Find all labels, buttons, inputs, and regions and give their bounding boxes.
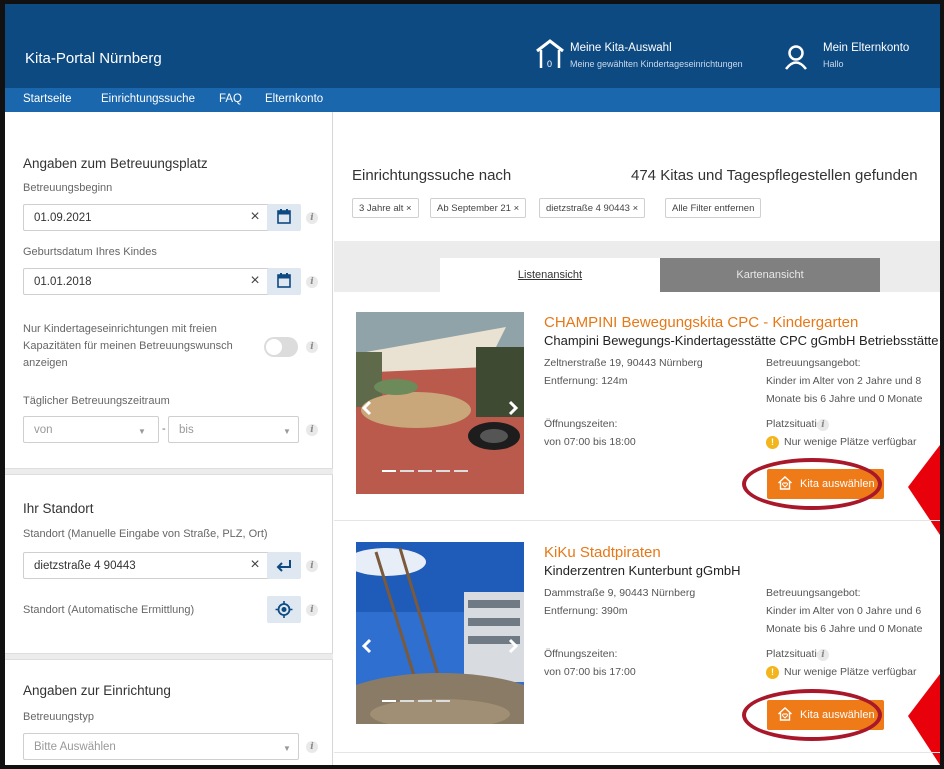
result-divider [334, 520, 940, 521]
main-nav: Startseite Einrichtungssuche FAQ Elternk… [5, 88, 940, 112]
result-hours: von 07:00 bis 18:00 [544, 436, 636, 448]
playground-photo [356, 312, 524, 494]
playground-photo [356, 542, 524, 724]
info-icon[interactable]: i [306, 341, 318, 353]
tab-map-view[interactable]: Kartenansicht [660, 258, 880, 292]
result-organization: Kinderzentren Kunterbunt gGmbH [544, 563, 741, 578]
warning-icon: ! [766, 436, 779, 449]
chevron-down-icon: ▼ [283, 744, 291, 753]
result-distance: Entfernung: 390m [544, 605, 628, 617]
selection-count: 0 [547, 59, 552, 69]
result-title[interactable]: CHAMPINI Bewegungskita CPC - Kindergarte… [544, 314, 858, 331]
enter-arrow-icon [276, 560, 291, 572]
result-title[interactable]: KiKu Stadtpiraten [544, 544, 661, 561]
account-greeting: Hallo [823, 59, 844, 69]
result-offer-line: Monate bis 6 Jahre und 0 Monate [766, 623, 923, 635]
filter-chip-age[interactable]: 3 Jahre alt × [352, 198, 419, 218]
section-divider [5, 468, 333, 475]
clear-start-icon[interactable]: × [242, 204, 268, 231]
chevron-down-icon: ▼ [138, 427, 146, 436]
care-type-select[interactable]: Bitte Auswählen [23, 733, 299, 760]
result-address: Dammstraße 9, 90443 Nürnberg [544, 587, 696, 599]
location-submit-button[interactable] [267, 552, 301, 579]
calendar-icon [277, 209, 291, 224]
browser-page: Kita-Portal Nürnberg 0 Meine Kita-Auswah… [5, 4, 940, 765]
result-offer-line: Kinder im Alter von 2 Jahre und 8 [766, 375, 922, 387]
care-heading: Angaben zum Betreuungsplatz [23, 156, 208, 171]
daily-range-label: Täglicher Betreuungszeitraum [23, 395, 170, 407]
clear-location-icon[interactable]: × [242, 552, 268, 579]
result-organization: Champini Bewegungs-Kindertagesstätte CPC… [544, 333, 940, 348]
red-arrow-annotation [908, 445, 940, 535]
info-icon[interactable]: i [306, 741, 318, 753]
account-title[interactable]: Mein Elternkonto [823, 42, 909, 54]
highlight-ring [742, 689, 882, 741]
house-icon[interactable]: 0 [535, 38, 565, 70]
info-icon[interactable]: i [817, 419, 829, 431]
time-to-select[interactable]: bis [168, 416, 299, 443]
calendar-icon [277, 273, 291, 288]
birthdate-input[interactable]: 01.01.2018 [23, 268, 273, 295]
my-selection-title[interactable]: Meine Kita-Auswahl [570, 42, 672, 54]
range-separator: - [162, 423, 166, 435]
results-panel: Einrichtungssuche nach 474 Kitas und Tag… [334, 112, 940, 765]
location-label: Standort (Manuelle Eingabe von Straße, P… [23, 528, 268, 540]
location-input[interactable]: dietzstraße 4 90443 [23, 552, 273, 579]
result-hours-label: Öffnungszeiten: [544, 418, 618, 430]
facility-photo-carousel[interactable] [356, 312, 524, 494]
site-header: Kita-Portal Nürnberg 0 Meine Kita-Auswah… [5, 4, 940, 88]
birthdate-calendar-button[interactable] [267, 268, 301, 295]
result-offer-line: Kinder im Alter von 0 Jahre und 6 [766, 605, 922, 617]
result-hours-label: Öffnungszeiten: [544, 648, 618, 660]
info-icon[interactable]: i [306, 276, 318, 288]
free-capacity-label: Nur Kindertageseinrichtungen mit freien … [23, 323, 233, 369]
crosshair-icon [275, 601, 293, 618]
section-divider [5, 653, 333, 660]
info-icon[interactable]: i [817, 649, 829, 661]
start-calendar-button[interactable] [267, 204, 301, 231]
result-offer-label: Betreuungsangebot: [766, 587, 861, 599]
view-tabs: Listenansicht Kartenansicht [334, 241, 940, 292]
result-distance: Entfernung: 124m [544, 375, 628, 387]
my-selection-subtitle: Meine gewählten Kindertageseinrichtungen [570, 59, 743, 69]
info-icon[interactable]: i [306, 424, 318, 436]
nav-item-startseite[interactable]: Startseite [23, 93, 72, 105]
highlight-ring [742, 458, 882, 510]
type-label: Betreuungstyp [23, 711, 94, 723]
facility-photo-carousel[interactable] [356, 542, 524, 724]
warning-icon: ! [766, 666, 779, 679]
birth-label: Geburtsdatum Ihres Kindes [23, 246, 157, 258]
user-icon[interactable] [783, 44, 809, 70]
filter-chip-start[interactable]: Ab September 21 × [430, 198, 527, 218]
info-icon[interactable]: i [306, 604, 318, 616]
auto-location-label: Standort (Automatische Ermittlung) [23, 604, 195, 616]
clear-birthdate-icon[interactable]: × [242, 268, 268, 295]
result-address: Zeltnerstraße 19, 90443 Nürnberg [544, 357, 703, 369]
result-offer-line: Monate bis 6 Jahre und 0 Monate [766, 393, 923, 405]
result-places-status: Nur wenige Plätze verfügbar [784, 436, 917, 448]
result-hours: von 07:00 bis 17:00 [544, 666, 636, 678]
result-count: 474 Kitas und Tagespflegestellen gefunde… [631, 167, 918, 184]
tab-list-view[interactable]: Listenansicht [440, 258, 660, 292]
locate-me-button[interactable] [267, 596, 301, 623]
free-capacity-toggle[interactable] [264, 337, 298, 357]
result-divider [334, 752, 940, 753]
filter-chip-location[interactable]: dietzstraße 4 90443 × [539, 198, 646, 218]
info-icon[interactable]: i [306, 560, 318, 572]
filter-sidebar: Angaben zum Betreuungsplatz Betreuungsbe… [5, 112, 333, 765]
search-heading: Einrichtungssuche nach [352, 167, 512, 184]
info-icon[interactable]: i [306, 212, 318, 224]
location-heading: Ihr Standort [23, 501, 94, 516]
nav-item-elternkonto[interactable]: Elternkonto [265, 93, 323, 105]
portal-title[interactable]: Kita-Portal Nürnberg [25, 50, 162, 67]
remove-all-filters[interactable]: Alle Filter entfernen [665, 198, 762, 218]
start-label: Betreuungsbeginn [23, 182, 113, 194]
facility-heading: Angaben zur Einrichtung [23, 683, 171, 698]
chevron-down-icon: ▼ [283, 427, 291, 436]
result-places-status: Nur wenige Plätze verfügbar [784, 666, 917, 678]
result-offer-label: Betreuungsangebot: [766, 357, 861, 369]
nav-item-faq[interactable]: FAQ [219, 93, 242, 105]
start-date-input[interactable]: 01.09.2021 [23, 204, 273, 231]
nav-item-einrichtungssuche[interactable]: Einrichtungssuche [101, 93, 195, 105]
